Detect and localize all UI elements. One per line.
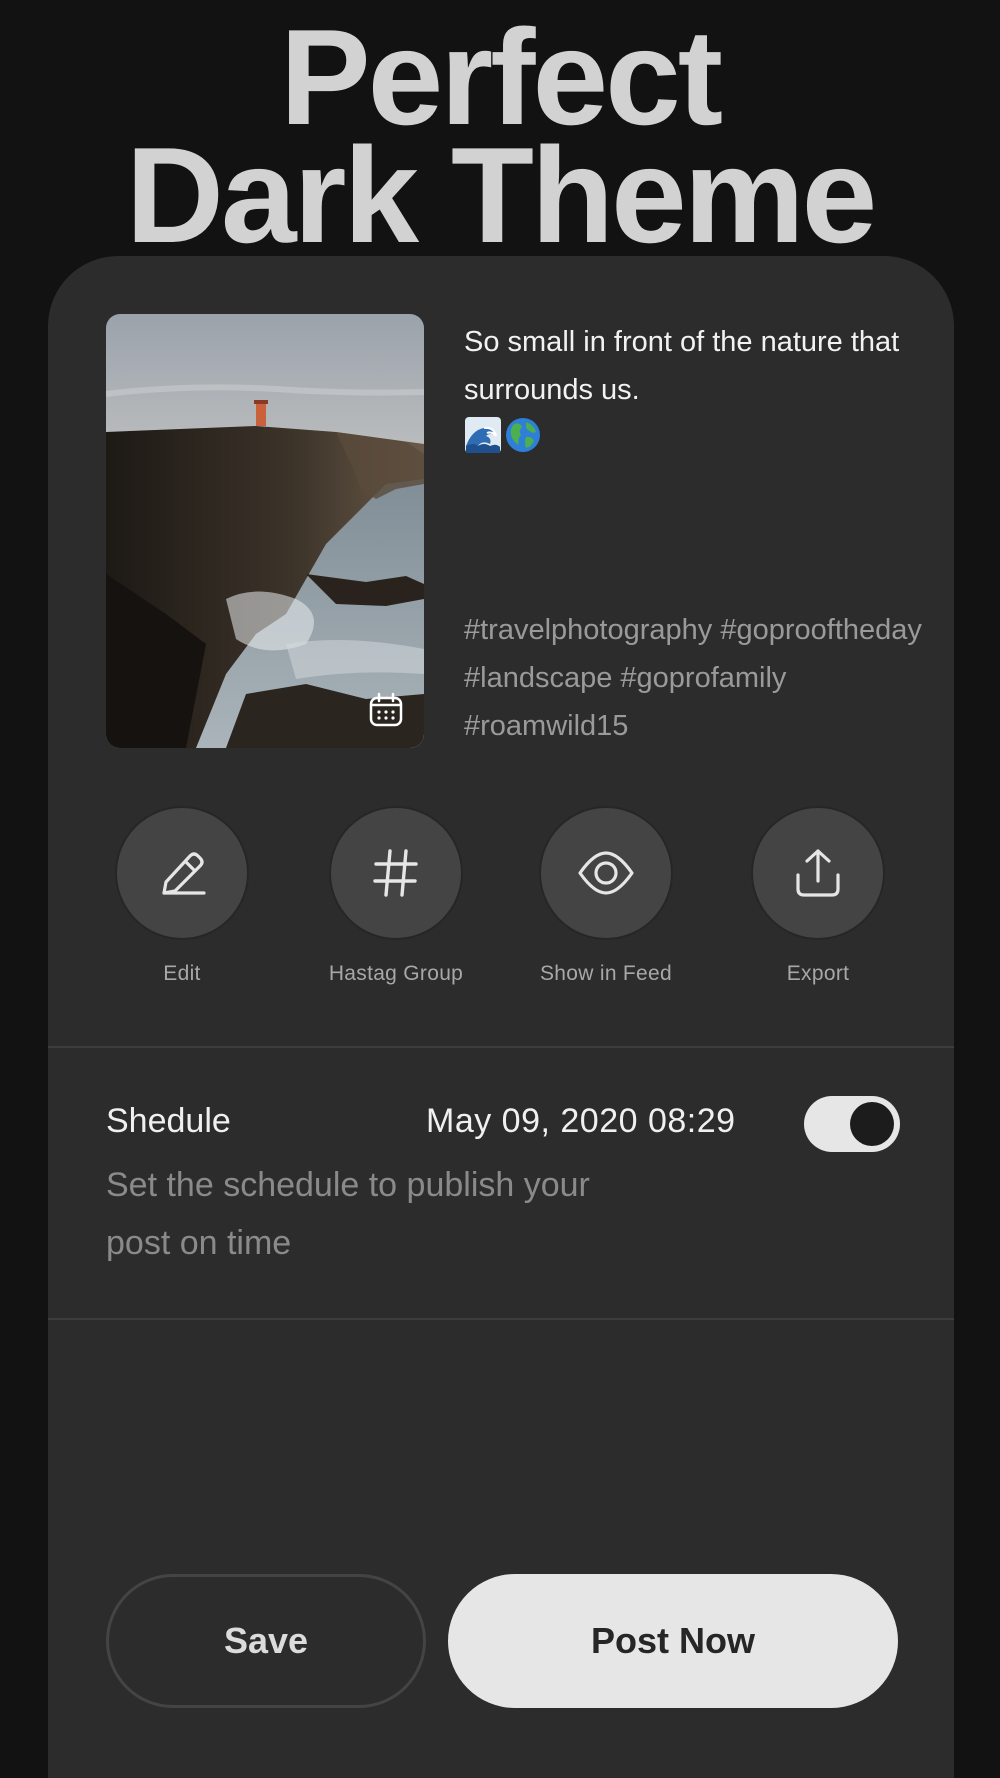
- hashtag-group-button[interactable]: [329, 806, 463, 940]
- edit-label: Edit: [163, 962, 201, 985]
- export-label: Export: [786, 962, 850, 985]
- pencil-icon: [162, 852, 206, 895]
- save-button[interactable]: Save: [106, 1574, 426, 1708]
- landscape-photo: [106, 314, 424, 748]
- export-button[interactable]: [751, 806, 885, 940]
- post-photo[interactable]: [106, 314, 424, 748]
- calendar-icon: [369, 692, 403, 727]
- toggle-knob: [850, 1102, 894, 1146]
- schedule-title: Shedule: [106, 1102, 231, 1140]
- schedule-datetime[interactable]: May 09, 2020 08:29: [426, 1102, 736, 1141]
- hashtag-group-label: Hastag Group: [328, 962, 464, 985]
- show-in-feed-action[interactable]: Show in Feed: [506, 806, 706, 986]
- eye-icon: [578, 851, 634, 895]
- hashtag-icon: [373, 849, 418, 897]
- globe-emoji: [506, 418, 540, 452]
- hashtag-group-action[interactable]: Hastag Group: [296, 806, 496, 986]
- schedule-toggle[interactable]: [804, 1096, 900, 1152]
- action-bar: Edit Hastag Group Show in Feed Export: [48, 806, 954, 1006]
- hero-title: Perfect Dark Theme: [0, 9, 1000, 271]
- post-caption: So small in front of the nature that sur…: [464, 318, 904, 454]
- post-card: So small in front of the nature that sur…: [48, 256, 954, 1778]
- divider-bottom: [48, 1318, 954, 1320]
- screen: Perfect Dark Theme So small in front of …: [0, 0, 1000, 1778]
- edit-button[interactable]: [115, 806, 249, 940]
- show-in-feed-button[interactable]: [539, 806, 673, 940]
- post-now-button[interactable]: Post Now: [448, 1574, 898, 1708]
- caption-text: So small in front of the nature that sur…: [464, 326, 900, 406]
- schedule-description: Set the schedule to publish your post on…: [106, 1166, 590, 1262]
- caption-emojis: [464, 416, 904, 454]
- show-in-feed-label: Show in Feed: [539, 962, 672, 985]
- wave-emoji: [465, 417, 501, 453]
- export-action[interactable]: Export: [718, 806, 918, 986]
- edit-action[interactable]: Edit: [82, 806, 282, 986]
- post-hashtags: #travelphotography #goprooftheday #lands…: [464, 614, 922, 742]
- share-upload-icon: [796, 849, 840, 897]
- divider-top: [48, 1046, 954, 1048]
- hero-title-line-2: Dark Theme: [125, 119, 878, 271]
